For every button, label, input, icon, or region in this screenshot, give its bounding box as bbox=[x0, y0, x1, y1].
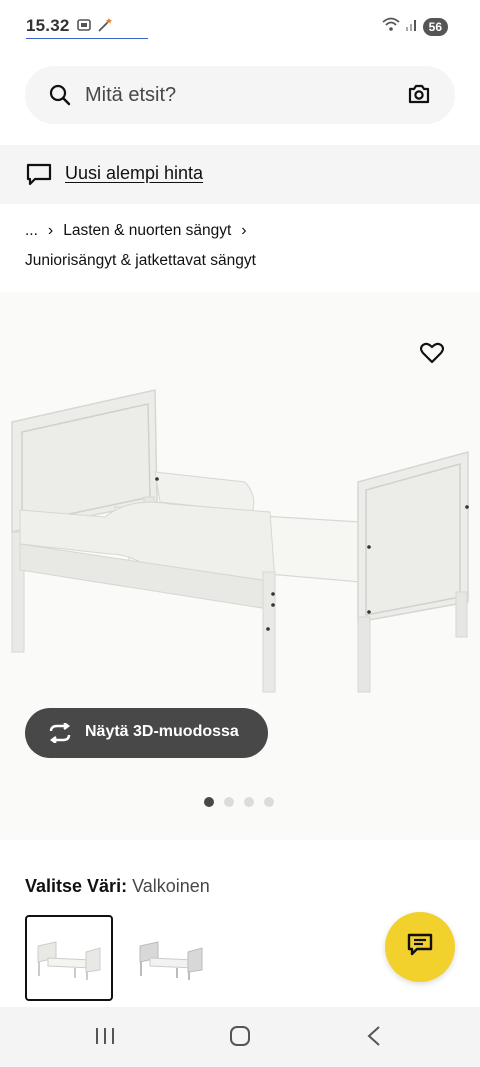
color-swatch-valkoinen[interactable] bbox=[25, 915, 113, 1001]
breadcrumb-item-lasten[interactable]: Lasten & nuorten sängyt bbox=[63, 222, 231, 240]
view-3d-label: Näytä 3D-muodossa bbox=[85, 723, 239, 740]
chat-icon bbox=[407, 933, 433, 962]
magic-wand-icon bbox=[96, 17, 114, 38]
rotate-icon bbox=[47, 722, 73, 748]
chat-button[interactable] bbox=[385, 912, 455, 982]
heart-icon[interactable] bbox=[419, 342, 445, 369]
camera-icon[interactable] bbox=[407, 83, 431, 110]
system-nav-bar bbox=[0, 1007, 480, 1067]
wifi-icon bbox=[381, 16, 401, 37]
color-label: Valitse Väri: bbox=[25, 876, 128, 896]
status-right-icons: 56 bbox=[381, 16, 448, 37]
signal-icon bbox=[405, 17, 419, 36]
status-time: 15.32 bbox=[26, 16, 70, 35]
carousel-dot[interactable] bbox=[264, 797, 274, 807]
breadcrumb: ... › Lasten & nuorten sängyt › bbox=[25, 222, 247, 240]
view-3d-button[interactable]: Näytä 3D-muodossa bbox=[25, 708, 268, 758]
search-input[interactable]: Mitä etsit? bbox=[85, 84, 176, 107]
carousel-dot[interactable] bbox=[244, 797, 254, 807]
chat-bubble-icon bbox=[26, 163, 52, 192]
breadcrumb-ellipsis[interactable]: ... bbox=[25, 222, 38, 240]
back-icon[interactable] bbox=[366, 1025, 382, 1052]
color-swatch-harmaa[interactable] bbox=[127, 915, 215, 1001]
carousel-dot[interactable] bbox=[204, 797, 214, 807]
home-icon[interactable] bbox=[229, 1025, 251, 1052]
color-swatches bbox=[25, 915, 215, 1001]
chevron-right-icon: › bbox=[47, 222, 54, 239]
screenshot-icon bbox=[76, 17, 92, 38]
promo-link[interactable]: Uusi alempi hinta bbox=[65, 163, 203, 184]
search-bar[interactable]: Mitä etsit? bbox=[25, 66, 455, 124]
color-value: Valkoinen bbox=[132, 876, 210, 896]
chevron-right-icon: › bbox=[241, 222, 247, 239]
status-underline bbox=[26, 38, 148, 39]
carousel-dot[interactable] bbox=[224, 797, 234, 807]
recent-apps-icon[interactable] bbox=[94, 1026, 116, 1051]
search-icon bbox=[49, 84, 71, 111]
status-bar: 15.32 56 bbox=[0, 0, 480, 40]
color-label-row: Valitse Väri: Valkoinen bbox=[25, 876, 210, 897]
battery-badge: 56 bbox=[422, 17, 448, 36]
promo-banner: Uusi alempi hinta bbox=[0, 145, 480, 204]
breadcrumb-current[interactable]: Juniorisängyt & jatkettavat sängyt bbox=[25, 252, 256, 270]
carousel-indicator bbox=[204, 797, 274, 807]
status-left-icons bbox=[76, 17, 114, 38]
